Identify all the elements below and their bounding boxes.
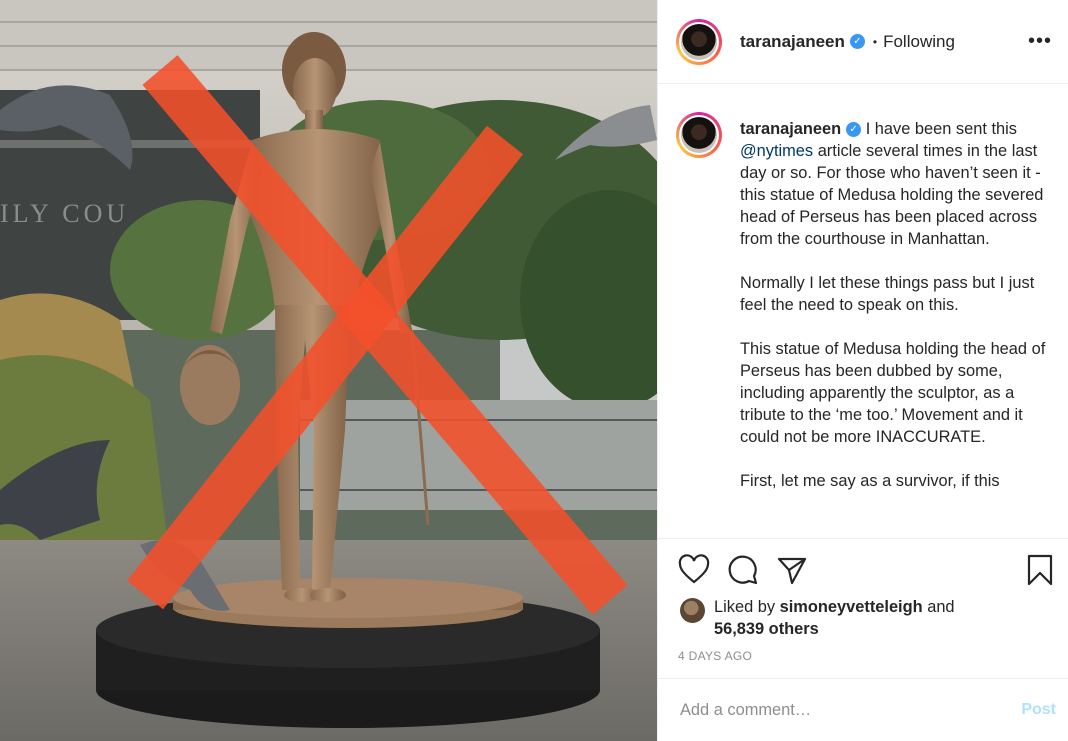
likes-and: and bbox=[927, 598, 955, 616]
caption-username[interactable]: taranajaneen bbox=[740, 120, 841, 138]
courthouse-sign-text: ILY COU bbox=[0, 199, 129, 228]
comment-input[interactable] bbox=[678, 699, 1022, 721]
post-actions-bar bbox=[658, 538, 1068, 600]
caption-paragraph-3: This statue of Medusa holding the head o… bbox=[740, 340, 1046, 446]
nytimes-mention-link[interactable]: @nytimes bbox=[740, 142, 813, 160]
verified-badge-icon: ✓ bbox=[849, 34, 865, 49]
post-timestamp[interactable]: 4 DAYS AGO bbox=[678, 649, 752, 663]
instagram-post: ILY COU taranajaneen ✓ • Following ••• t… bbox=[0, 0, 1068, 741]
likes-prefix: Liked by bbox=[714, 598, 776, 616]
post-comment-button[interactable]: Post bbox=[1021, 701, 1056, 719]
share-paper-plane-icon[interactable] bbox=[776, 554, 808, 586]
others-likes-link[interactable]: 56,839 others bbox=[714, 620, 819, 638]
header-separator: • bbox=[872, 34, 878, 49]
post-image[interactable]: ILY COU bbox=[0, 0, 657, 741]
likes-summary: Liked by simoneyvetteleigh and 56,839 ot… bbox=[680, 596, 1052, 640]
caption-author-avatar[interactable] bbox=[676, 112, 722, 158]
caption-verified-badge-icon: ✓ bbox=[846, 122, 862, 138]
comment-bubble-icon[interactable] bbox=[727, 554, 759, 586]
liker-avatar[interactable] bbox=[680, 598, 705, 623]
liker-username-link[interactable]: simoneyvetteleigh bbox=[780, 598, 923, 616]
like-heart-icon[interactable] bbox=[678, 553, 710, 586]
following-button[interactable]: Following bbox=[883, 32, 955, 52]
likes-text: Liked by simoneyvetteleigh and 56,839 ot… bbox=[714, 596, 955, 640]
caption-paragraph-2: Normally I let these things pass but I j… bbox=[740, 274, 1035, 314]
author-avatar[interactable] bbox=[676, 18, 722, 65]
medusa-statue-photo: ILY COU bbox=[0, 0, 657, 741]
caption-paragraph-4: First, let me say as a survivor, if this bbox=[740, 472, 1000, 490]
author-username[interactable]: taranajaneen bbox=[740, 32, 845, 52]
more-options-icon[interactable]: ••• bbox=[1028, 30, 1052, 53]
save-bookmark-icon[interactable] bbox=[1024, 554, 1056, 586]
caption-comment: taranajaneen ✓ I have been sent this @nyt… bbox=[658, 84, 1068, 514]
post-header: taranajaneen ✓ • Following ••• bbox=[658, 0, 1068, 84]
post-side-panel: taranajaneen ✓ • Following ••• taranajan… bbox=[657, 0, 1068, 741]
caption-scroll-area[interactable]: taranajaneen ✓ I have been sent this @nyt… bbox=[658, 84, 1068, 538]
caption-intro: I have been sent this bbox=[865, 120, 1017, 138]
comment-box: Post bbox=[658, 678, 1068, 741]
caption-text: taranajaneen ✓ I have been sent this @nyt… bbox=[740, 118, 1048, 514]
